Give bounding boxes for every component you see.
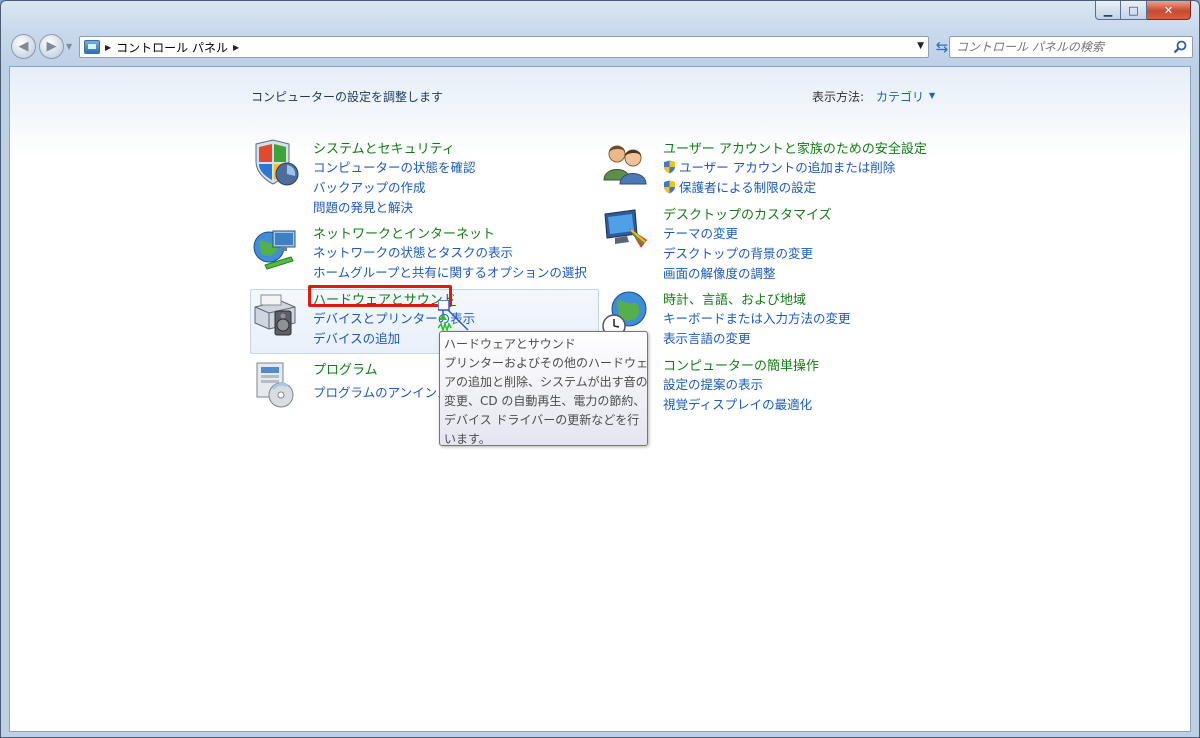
link-create-backup[interactable]: バックアップの作成 bbox=[313, 177, 426, 196]
link-adjust-resolution[interactable]: 画面の解像度の調整 bbox=[663, 263, 776, 282]
view-by-label: 表示方法: bbox=[812, 90, 865, 104]
minimize-button[interactable]: ▁ bbox=[1095, 1, 1121, 20]
recent-pages-dropdown[interactable]: ▼ bbox=[66, 42, 72, 51]
minimize-icon: ▁ bbox=[1103, 3, 1113, 17]
back-button[interactable]: ◀ bbox=[11, 34, 36, 59]
close-button[interactable]: ✕ bbox=[1147, 1, 1191, 20]
hardware-sound-icon bbox=[254, 294, 296, 336]
search-icon[interactable] bbox=[1173, 40, 1187, 54]
view-by-dropdown[interactable]: カテゴリ bbox=[876, 88, 924, 105]
page-title: コンピューターの設定を調整します bbox=[251, 90, 444, 104]
category-title-user-accounts[interactable]: ユーザー アカウントと家族のための安全設定 bbox=[663, 138, 927, 157]
back-arrow-icon: ◀ bbox=[18, 39, 29, 54]
search-box[interactable] bbox=[949, 36, 1193, 58]
link-troubleshoot[interactable]: 問題の発見と解決 bbox=[313, 197, 413, 216]
breadcrumb-control-panel[interactable]: コントロール パネル bbox=[116, 39, 228, 56]
uac-shield-icon bbox=[664, 180, 675, 194]
link-network-status[interactable]: ネットワークの状態とタスクの表示 bbox=[313, 242, 513, 261]
address-dropdown-icon[interactable]: ▼ bbox=[917, 41, 924, 51]
close-icon: ✕ bbox=[1163, 3, 1174, 17]
link-parental-controls[interactable]: 保護者による制限の設定 bbox=[663, 177, 816, 196]
control-panel-icon bbox=[84, 40, 100, 54]
link-suggested-settings[interactable]: 設定の提案の表示 bbox=[663, 374, 763, 393]
search-input[interactable] bbox=[956, 40, 1166, 54]
breadcrumb-separator-icon[interactable]: ▶ bbox=[233, 43, 239, 52]
tooltip-hardware-sound: ハードウェアとサウンド プリンターおよびその他のハードウェアの追加と削除、システ… bbox=[439, 331, 648, 446]
link-homegroup-options[interactable]: ホームグループと共有に関するオプションの選択 bbox=[313, 262, 587, 281]
category-title-system-security[interactable]: システムとセキュリティ bbox=[313, 138, 455, 157]
chevron-down-icon[interactable]: ▼ bbox=[929, 91, 935, 100]
link-select-cursor-icon bbox=[438, 300, 469, 332]
content-pane: コンピューターの設定を調整します 表示方法: カテゴリ ▼ システムとセキュリテ… bbox=[9, 66, 1191, 732]
uac-shield-icon bbox=[664, 160, 675, 174]
link-optimize-visual-display[interactable]: 視覚ディスプレイの最適化 bbox=[663, 394, 812, 413]
link-change-background[interactable]: デスクトップの背景の変更 bbox=[663, 243, 813, 262]
users-icon bbox=[603, 145, 647, 185]
control-panel-window: ▁ □ ✕ ◀ ▶ ▼ ▶ コントロール パネル ▶ ▼ ⇆ コンピューターの設… bbox=[0, 0, 1200, 738]
category-title-appearance[interactable]: デスクトップのカスタマイズ bbox=[663, 204, 832, 223]
maximize-button[interactable]: □ bbox=[1121, 1, 1147, 20]
category-title-network-internet[interactable]: ネットワークとインターネット bbox=[313, 223, 495, 242]
tooltip-title: ハードウェアとサウンド bbox=[444, 337, 576, 351]
link-parental-controls-label: 保護者による制限の設定 bbox=[679, 180, 817, 195]
category-title-programs[interactable]: プログラム bbox=[313, 359, 378, 378]
window-controls: ▁ □ ✕ bbox=[1095, 1, 1191, 20]
system-security-icon bbox=[255, 139, 299, 186]
link-change-keyboard[interactable]: キーボードまたは入力方法の変更 bbox=[663, 308, 851, 327]
navigation-bar: ◀ ▶ ▼ ▶ コントロール パネル ▶ ▼ ⇆ bbox=[9, 31, 1193, 61]
breadcrumb-separator-icon[interactable]: ▶ bbox=[105, 43, 111, 52]
network-icon bbox=[253, 230, 296, 270]
appearance-icon bbox=[604, 209, 647, 248]
tooltip-description: プリンターおよびその他のハードウェアの追加と削除、システムが出す音の変更、CD … bbox=[444, 356, 649, 446]
forward-arrow-icon: ▶ bbox=[46, 39, 57, 54]
link-change-theme[interactable]: テーマの変更 bbox=[663, 223, 738, 242]
forward-button[interactable]: ▶ bbox=[39, 34, 64, 59]
chevron-down-icon: ▼ bbox=[66, 42, 73, 51]
highlight-annotation-box bbox=[308, 285, 452, 307]
link-add-remove-user[interactable]: ユーザー アカウントの追加または削除 bbox=[663, 157, 895, 176]
category-title-clock-language-region[interactable]: 時計、言語、および地域 bbox=[663, 289, 806, 308]
link-add-device[interactable]: デバイスの追加 bbox=[313, 328, 400, 347]
link-add-remove-user-label: ユーザー アカウントの追加または削除 bbox=[679, 160, 896, 175]
link-change-display-language[interactable]: 表示言語の変更 bbox=[663, 328, 751, 347]
refresh-icon: ⇆ bbox=[935, 38, 949, 56]
maximize-icon: □ bbox=[1128, 3, 1139, 17]
link-check-computer-status[interactable]: コンピューターの状態を確認 bbox=[313, 157, 476, 176]
category-title-ease-of-access[interactable]: コンピューターの簡単操作 bbox=[663, 355, 819, 374]
address-bar[interactable]: ▶ コントロール パネル ▶ ▼ bbox=[79, 36, 929, 58]
programs-icon bbox=[256, 362, 294, 408]
